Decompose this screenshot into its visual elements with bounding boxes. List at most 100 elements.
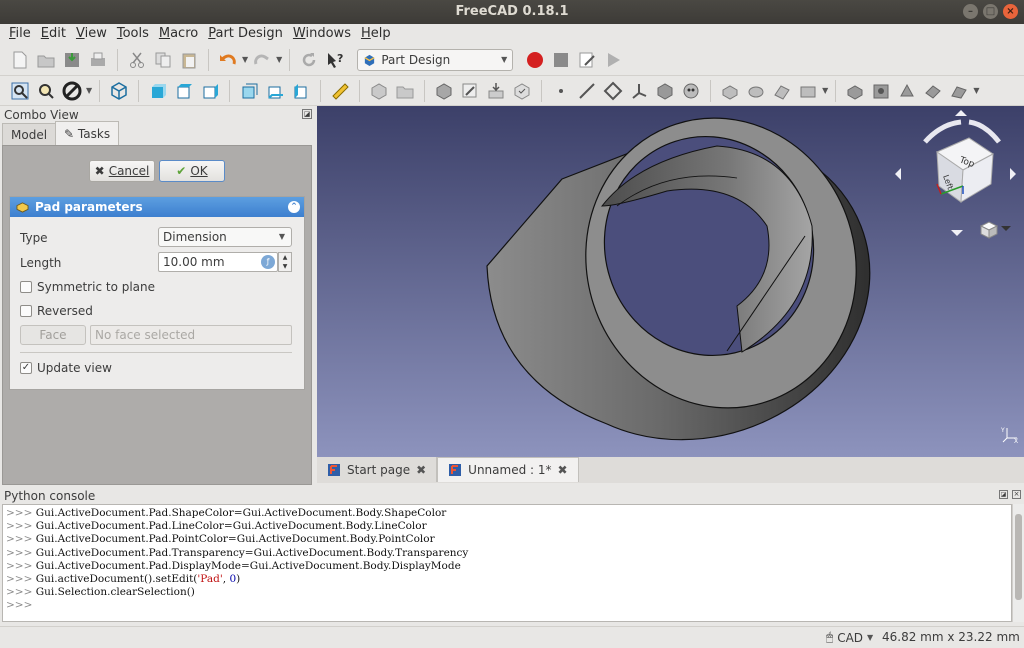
length-input[interactable]: 10.00 mm ƒ (158, 252, 278, 272)
symmetric-checkbox[interactable]: Symmetric to plane (20, 280, 155, 294)
front-view-icon[interactable] (146, 79, 170, 103)
cancel-button[interactable]: ✖ Cancel (89, 160, 155, 182)
navigation-cube[interactable]: Top Left (889, 110, 1024, 250)
create-part-icon[interactable] (393, 79, 417, 103)
close-tab-icon[interactable]: ✖ (416, 463, 426, 477)
new-document-icon[interactable] (8, 48, 32, 72)
python-console[interactable]: >>> Gui.ActiveDocument.Pad.ShapeColor=Gu… (2, 504, 1012, 622)
menu-windows[interactable]: Windows (288, 24, 356, 44)
paste-icon[interactable] (177, 48, 201, 72)
left-view-icon[interactable] (289, 79, 313, 103)
face-field[interactable]: No face selected (90, 325, 292, 345)
shape-binder-icon[interactable] (653, 79, 677, 103)
additive-loft-icon[interactable] (770, 79, 794, 103)
collapse-icon[interactable]: ⌃ (288, 201, 300, 213)
subtractive-pipe-icon[interactable] (947, 79, 971, 103)
clone-icon[interactable] (679, 79, 703, 103)
stop-macro-icon[interactable] (549, 48, 573, 72)
close-icon[interactable]: × (1012, 490, 1021, 499)
update-view-box[interactable]: ✓ (20, 362, 32, 374)
menu-file[interactable]: File (4, 24, 36, 44)
expression-icon[interactable]: ƒ (261, 255, 275, 269)
groove-icon[interactable] (895, 79, 919, 103)
symmetric-box[interactable] (20, 281, 32, 293)
datum-plane-icon[interactable] (601, 79, 625, 103)
revolution-icon[interactable] (744, 79, 768, 103)
fit-all-icon[interactable] (8, 79, 32, 103)
cut-icon[interactable] (125, 48, 149, 72)
close-button[interactable]: × (1003, 4, 1018, 19)
map-sketch-icon[interactable] (484, 79, 508, 103)
update-view-checkbox[interactable]: ✓ Update view (20, 361, 112, 375)
reversed-box[interactable] (20, 305, 32, 317)
python-console-title: Python console (4, 489, 96, 503)
console-scrollbar[interactable] (1012, 504, 1024, 622)
menu-help[interactable]: Help (356, 24, 396, 44)
pocket-icon[interactable] (843, 79, 867, 103)
draw-style-icon[interactable] (60, 79, 84, 103)
local-coordinate-icon[interactable] (627, 79, 651, 103)
undo-icon[interactable] (216, 48, 240, 72)
reversed-checkbox[interactable]: Reversed (20, 304, 93, 318)
rear-view-icon[interactable] (237, 79, 261, 103)
bottom-view-icon[interactable] (263, 79, 287, 103)
edit-sketch-icon[interactable] (458, 79, 482, 103)
tab-tasks[interactable]: ✎ Tasks (55, 121, 120, 145)
additive-pipe-icon[interactable] (796, 79, 820, 103)
menu-tools[interactable]: Tools (112, 24, 154, 44)
datum-line-icon[interactable] (575, 79, 599, 103)
subtractive-primitive-dropdown-icon[interactable]: ▼ (973, 86, 979, 95)
new-sketch-icon[interactable] (432, 79, 456, 103)
edit-macro-icon[interactable] (575, 48, 599, 72)
pad-icon[interactable] (718, 79, 742, 103)
window-title: FreeCAD 0.18.1 (455, 4, 569, 19)
undock-icon[interactable]: ◪ (302, 109, 312, 119)
open-folder-icon[interactable] (34, 48, 58, 72)
ok-button[interactable]: ✔ OK (159, 160, 225, 182)
freecad-icon (449, 464, 462, 476)
length-spinner[interactable]: ▲ ▼ (278, 252, 292, 272)
menu-part-design[interactable]: Part Design (203, 24, 288, 44)
face-button[interactable]: Face (20, 325, 86, 345)
minimize-button[interactable]: – (963, 4, 978, 19)
additive-primitive-dropdown-icon[interactable]: ▼ (822, 86, 828, 95)
check-icon: ✔ (176, 164, 187, 178)
tab-model[interactable]: Model (2, 123, 57, 145)
type-select[interactable]: Dimension ▼ (158, 227, 292, 247)
right-view-icon[interactable] (198, 79, 222, 103)
validate-sketch-icon[interactable] (510, 79, 534, 103)
run-macro-icon[interactable] (601, 48, 625, 72)
copy-icon[interactable] (151, 48, 175, 72)
close-tab-icon[interactable]: ✖ (558, 463, 568, 477)
undock-icon[interactable]: ◪ (999, 490, 1008, 499)
pad-parameters-header[interactable]: Pad parameters ⌃ (10, 197, 304, 217)
hole-icon[interactable] (869, 79, 893, 103)
top-view-icon[interactable] (172, 79, 196, 103)
chevron-down-icon: ▼ (278, 232, 285, 241)
create-body-icon[interactable] (367, 79, 391, 103)
measure-distance-icon[interactable] (328, 79, 352, 103)
redo-icon[interactable] (250, 48, 274, 72)
menu-macro[interactable]: Macro (154, 24, 203, 44)
menu-view[interactable]: View (71, 24, 112, 44)
3d-view[interactable]: Top Left Y X (317, 106, 1024, 457)
maximize-button[interactable]: □ (983, 4, 998, 19)
save-icon[interactable] (60, 48, 84, 72)
redo-dropdown-icon[interactable]: ▼ (276, 55, 282, 64)
refresh-icon[interactable] (297, 48, 321, 72)
subtractive-loft-icon[interactable] (921, 79, 945, 103)
record-macro-icon[interactable] (523, 48, 547, 72)
draw-style-dropdown-icon[interactable]: ▼ (86, 86, 92, 95)
menu-edit[interactable]: Edit (36, 24, 71, 44)
isometric-view-icon[interactable] (107, 79, 131, 103)
undo-dropdown-icon[interactable]: ▼ (242, 55, 248, 64)
navigation-style-selector[interactable]: 🖱 CAD ▼ (826, 630, 873, 645)
tab-unnamed[interactable]: Unnamed : 1* ✖ (437, 457, 579, 482)
datum-point-icon[interactable] (549, 79, 573, 103)
print-icon[interactable] (86, 48, 110, 72)
fit-selection-icon[interactable] (34, 79, 58, 103)
workbench-selector[interactable]: Part Design ▼ (357, 48, 514, 71)
whats-this-icon[interactable]: ? (323, 48, 347, 72)
tab-start-page[interactable]: Start page ✖ (317, 457, 438, 482)
symmetric-label: Symmetric to plane (37, 280, 156, 294)
